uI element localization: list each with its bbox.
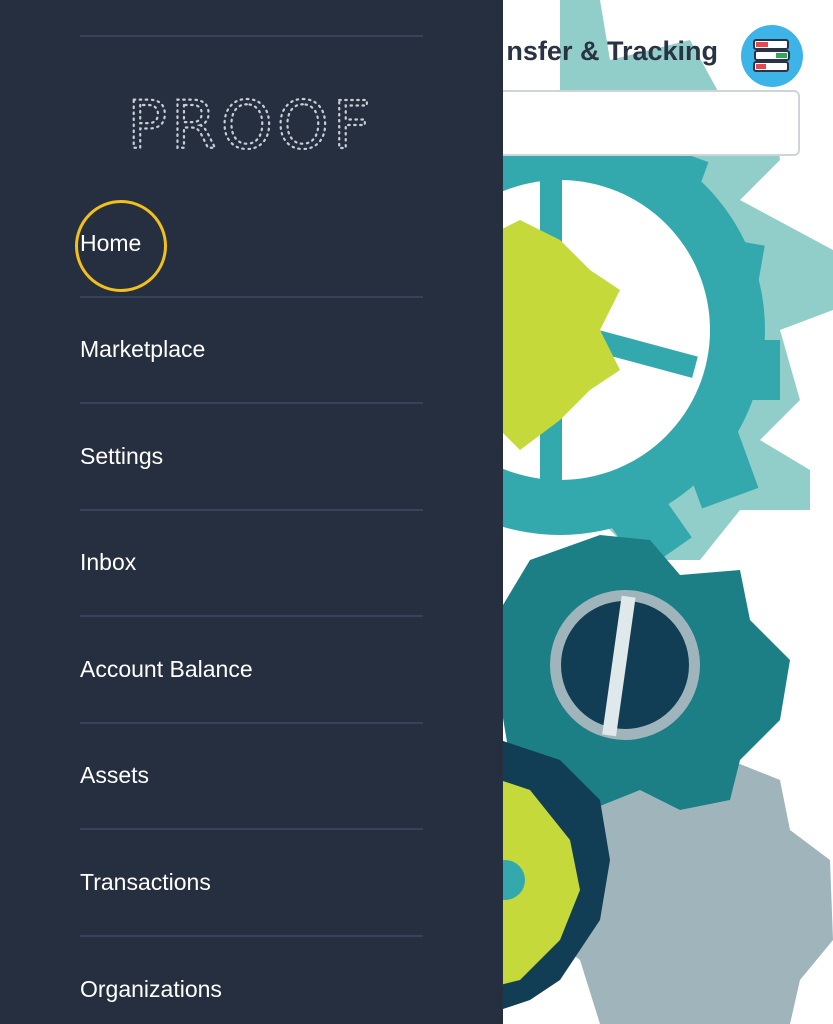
menu-item-label: Assets [80,762,150,789]
menu-item-label: Organizations [80,976,222,1003]
proof-logo: PROOF [80,88,423,160]
menu-item-home[interactable]: Home [75,191,423,298]
menu-item-label: Home [80,229,142,256]
books-stack-icon [753,39,790,72]
navigation-drawer: PROOF Home Marketplace Settings Inbox Ac… [0,0,503,1024]
menu-item-organizations[interactable]: Organizations [80,937,423,1024]
drawer-menu: Home Marketplace Settings Inbox Account … [75,191,423,1024]
menu-item-account-balance[interactable]: Account Balance [80,617,423,724]
divider [80,35,423,37]
menu-item-label: Transactions [80,868,211,895]
menu-item-settings[interactable]: Settings [80,404,423,511]
menu-item-label: Account Balance [80,655,253,682]
background-header-title: nsfer & Tracking [506,36,718,66]
profile-avatar-button[interactable] [741,25,803,87]
menu-item-inbox[interactable]: Inbox [80,511,423,617]
menu-item-label: Inbox [80,549,137,576]
app-screen: nsfer & Tracking PROOF Home Marketplace … [0,0,833,1024]
logo-graphic: PROOF [126,88,375,160]
menu-item-label: Marketplace [80,336,206,363]
logo-text: PROOF [127,88,375,160]
menu-item-marketplace[interactable]: Marketplace [80,298,423,404]
menu-item-label: Settings [80,442,164,469]
menu-item-transactions[interactable]: Transactions [80,830,423,937]
menu-item-assets[interactable]: Assets [80,724,423,830]
